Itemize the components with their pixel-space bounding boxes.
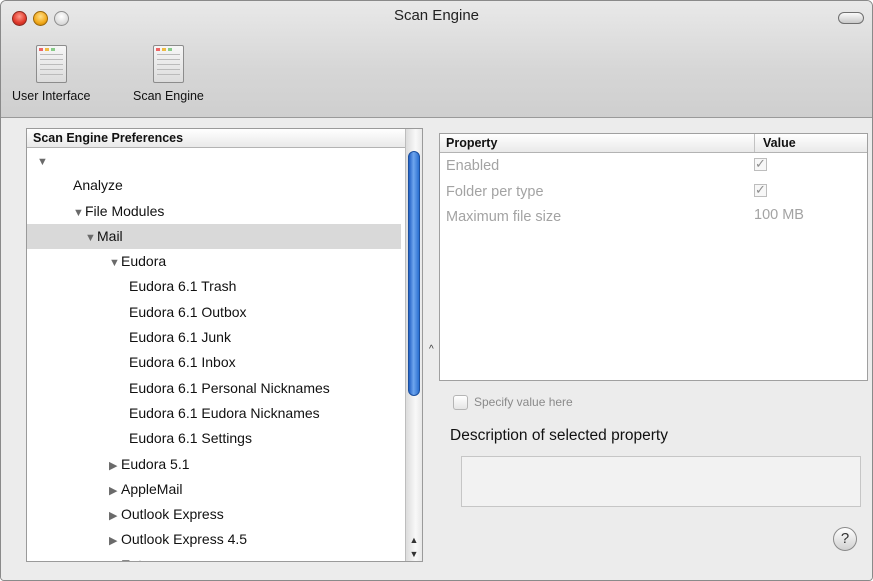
tree-row-label: Eudora 6.1 Eudora Nicknames: [129, 404, 320, 421]
tree-row-label: Eudora: [121, 253, 167, 270]
tree-row-label: Eudora 6.1 Junk: [129, 329, 231, 346]
tree-row[interactable]: ▼Mail: [27, 223, 401, 251]
tree-row[interactable]: ▶ AppleMail: [27, 477, 401, 502]
tree-row-label: Eudora 6.1 Trash: [129, 278, 237, 295]
preferences-pane-icon: [35, 45, 67, 83]
property-value: ✓: [754, 182, 767, 198]
tree-scrollbar[interactable]: ▲ ▼: [405, 129, 422, 561]
window-title: Scan Engine: [393, 7, 480, 24]
disclosure-triangle-right-icon[interactable]: ▶: [109, 504, 121, 529]
scroll-up-arrow-icon[interactable]: ▲: [406, 533, 422, 547]
tree-row[interactable]: ▶ Eudora 5.1: [27, 452, 401, 477]
toolbar-toggle-button[interactable]: [838, 12, 864, 24]
tree-row[interactable]: ▶ Outlook Express: [27, 502, 401, 527]
checkbox-icon[interactable]: [453, 395, 468, 411]
tree-row[interactable]: Eudora 6.1 Eudora Nicknames: [27, 401, 401, 426]
tree-column-header[interactable]: Scan Engine Preferences: [27, 129, 422, 148]
tree-row-label: File Modules: [85, 202, 165, 219]
tree-row-label: Mail: [97, 227, 123, 244]
tree-row[interactable]: Eudora 6.1 Inbox: [27, 350, 401, 375]
tree-row-label: Eudora 6.1 Outbox: [129, 303, 247, 320]
toolbar-scan-engine[interactable]: Scan Engine: [133, 45, 204, 103]
tree-row[interactable]: Eudora 6.1 Junk: [27, 325, 401, 350]
property-value: 100 MB: [754, 207, 804, 223]
tree-row-label: Eudora 6.1 Inbox: [129, 354, 236, 371]
tree-row-label: Outlook Express 4.5: [121, 531, 248, 548]
tree-row[interactable]: Eudora 6.1 Trash: [27, 274, 401, 299]
toolbar-label: Scan Engine: [133, 89, 204, 103]
tree-row[interactable]: Eudora 6.1 Personal Nicknames: [27, 376, 401, 401]
tree-row[interactable]: Eudora 6.1 Settings: [27, 426, 401, 451]
property-name: Folder per type: [446, 183, 544, 200]
disclosure-triangle-down-icon[interactable]: ▼: [109, 251, 121, 276]
scrollbar-thumb[interactable]: [408, 151, 420, 396]
tree-row[interactable]: Analyze: [27, 173, 401, 198]
disclosure-triangle-right-icon[interactable]: ▶: [109, 479, 121, 504]
tree-row[interactable]: ▶Entourage: [27, 553, 401, 562]
property-row[interactable]: Folder per type ✓: [440, 179, 867, 205]
specify-value-label: Specify value here: [474, 395, 573, 409]
specify-value-checkbox[interactable]: Specify value here: [453, 395, 573, 411]
property-name: Maximum file size: [446, 209, 562, 225]
properties-header: Property Value: [440, 134, 867, 153]
split-view-divider-icon[interactable]: ^: [429, 344, 434, 355]
tree-row[interactable]: ▼Eudora: [27, 249, 401, 274]
preferences-window: Scan Engine User Interface Scan Engine S…: [0, 0, 873, 581]
toolbar-user-interface[interactable]: User Interface: [12, 45, 91, 103]
toolbar-label: User Interface: [12, 89, 91, 103]
tree-row-label: Eudora 5.1: [121, 455, 190, 472]
column-header-value[interactable]: Value: [754, 134, 796, 152]
scroll-down-arrow-icon[interactable]: ▼: [406, 547, 422, 561]
tree-row-label: Outlook Express: [121, 506, 224, 523]
disclosure-triangle-right-icon[interactable]: ▶: [109, 454, 121, 479]
help-button[interactable]: ?: [833, 527, 857, 551]
title-bar: Scan Engine User Interface Scan Engine: [1, 1, 872, 118]
disclosure-triangle-right-icon[interactable]: ▶: [109, 555, 121, 562]
property-row[interactable]: Maximum file size 100 MB: [440, 204, 867, 230]
description-box: [461, 456, 861, 507]
property-name: Enabled: [446, 158, 500, 174]
tree-row-label: Analyze: [73, 177, 123, 194]
property-value-checkbox[interactable]: ✓: [754, 157, 767, 171]
disclosure-triangle-down-icon[interactable]: ▼: [37, 150, 49, 175]
disclosure-triangle-right-icon[interactable]: ▶: [109, 529, 121, 554]
tree-row[interactable]: Eudora 6.1 Outbox: [27, 300, 401, 325]
tree-row-label: AppleMail: [121, 480, 183, 497]
tree-row[interactable]: ▼File Modules: [27, 199, 401, 224]
disclosure-triangle-down-icon[interactable]: ▼: [85, 226, 97, 251]
content-area: Scan Engine Preferences ▼ Analyze ▼File Mo…: [1, 118, 872, 580]
property-value: ✓: [754, 156, 767, 172]
tree-row[interactable]: ▶ Outlook Express 4.5: [27, 527, 401, 552]
property-row[interactable]: Enabled ✓: [440, 153, 867, 179]
tree-row[interactable]: ▼: [27, 148, 401, 173]
column-header-property[interactable]: Property: [446, 136, 497, 150]
properties-table: Property Value Enabled ✓ Folder per type ✓ M…: [439, 133, 868, 381]
tree-rows: ▼ Analyze ▼File Modules ▼Mail ▼Eudora Eudora …: [27, 148, 401, 562]
tree-row-label: Entourage: [121, 557, 186, 561]
description-heading: Description of selected property: [450, 427, 668, 444]
disclosure-triangle-down-icon[interactable]: ▼: [73, 201, 85, 226]
preferences-tree: Scan Engine Preferences ▼ Analyze ▼File Mo…: [26, 128, 423, 562]
tree-row-label: Eudora 6.1 Personal Nicknames: [129, 379, 330, 396]
properties-rows: Enabled ✓ Folder per type ✓ Maximum file siz…: [440, 153, 867, 230]
preferences-pane-icon: [152, 45, 184, 83]
property-value-checkbox[interactable]: ✓: [754, 183, 767, 197]
tree-row-label: Eudora 6.1 Settings: [129, 430, 252, 447]
